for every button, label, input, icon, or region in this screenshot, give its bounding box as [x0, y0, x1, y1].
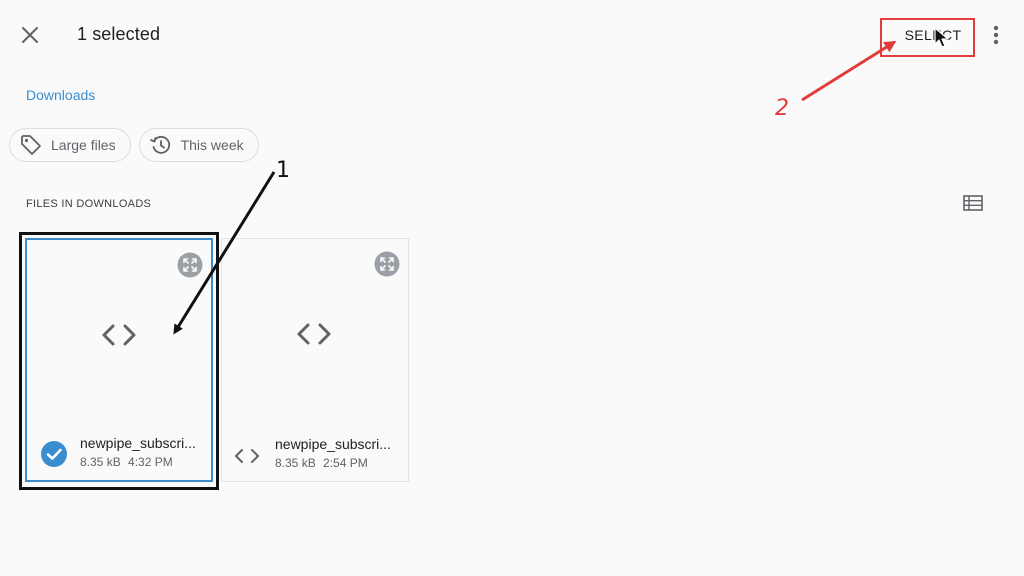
chip-this-week[interactable]: This week [138, 128, 259, 162]
file-meta: 8.35 kB 4:32 PM [80, 455, 173, 469]
select-button[interactable]: SELECT [886, 22, 980, 48]
annotation-step-number: 2 [775, 96, 789, 121]
chip-label: This week [180, 137, 244, 153]
code-file-icon [235, 449, 259, 463]
expand-icon[interactable] [374, 251, 400, 277]
more-options-button[interactable] [983, 20, 1009, 50]
tag-icon [21, 135, 41, 155]
file-name: newpipe_subscri... [80, 435, 196, 451]
file-size: 8.35 kB [80, 455, 121, 469]
selection-count-title: 1 selected [77, 24, 161, 44]
breadcrumb-downloads[interactable]: Downloads [26, 87, 95, 103]
code-file-icon [297, 323, 331, 345]
chip-label: Large files [51, 137, 116, 153]
close-selection-button[interactable] [14, 19, 46, 51]
file-name: newpipe_subscri... [275, 436, 391, 452]
file-card[interactable]: newpipe_subscri... 8.35 kB 2:54 PM [221, 238, 409, 482]
file-meta: 8.35 kB 2:54 PM [275, 456, 368, 470]
chip-large-files[interactable]: Large files [9, 128, 131, 162]
file-time: 4:32 PM [128, 455, 173, 469]
code-file-icon [102, 324, 136, 346]
history-icon [149, 135, 170, 154]
top-app-bar: 1 selected SELECT [0, 0, 1024, 70]
file-time: 2:54 PM [323, 456, 368, 470]
filter-chips: Large files This week [9, 128, 259, 162]
file-card[interactable]: newpipe_subscri... 8.35 kB 4:32 PM [25, 238, 213, 482]
file-card-footer: newpipe_subscri... 8.35 kB 4:32 PM [27, 422, 211, 480]
file-card-footer: newpipe_subscri... 8.35 kB 2:54 PM [222, 423, 408, 481]
close-icon [22, 27, 38, 43]
mouse-cursor-icon [934, 27, 949, 48]
more-vert-icon [993, 25, 999, 45]
section-title: FILES IN DOWNLOADS [26, 198, 152, 210]
check-circle-icon[interactable] [40, 440, 68, 468]
list-view-toggle[interactable] [960, 191, 986, 215]
annotation-step-number: 1 [276, 158, 290, 183]
file-size: 8.35 kB [275, 456, 316, 470]
list-view-icon [963, 195, 983, 211]
expand-icon[interactable] [177, 252, 203, 278]
